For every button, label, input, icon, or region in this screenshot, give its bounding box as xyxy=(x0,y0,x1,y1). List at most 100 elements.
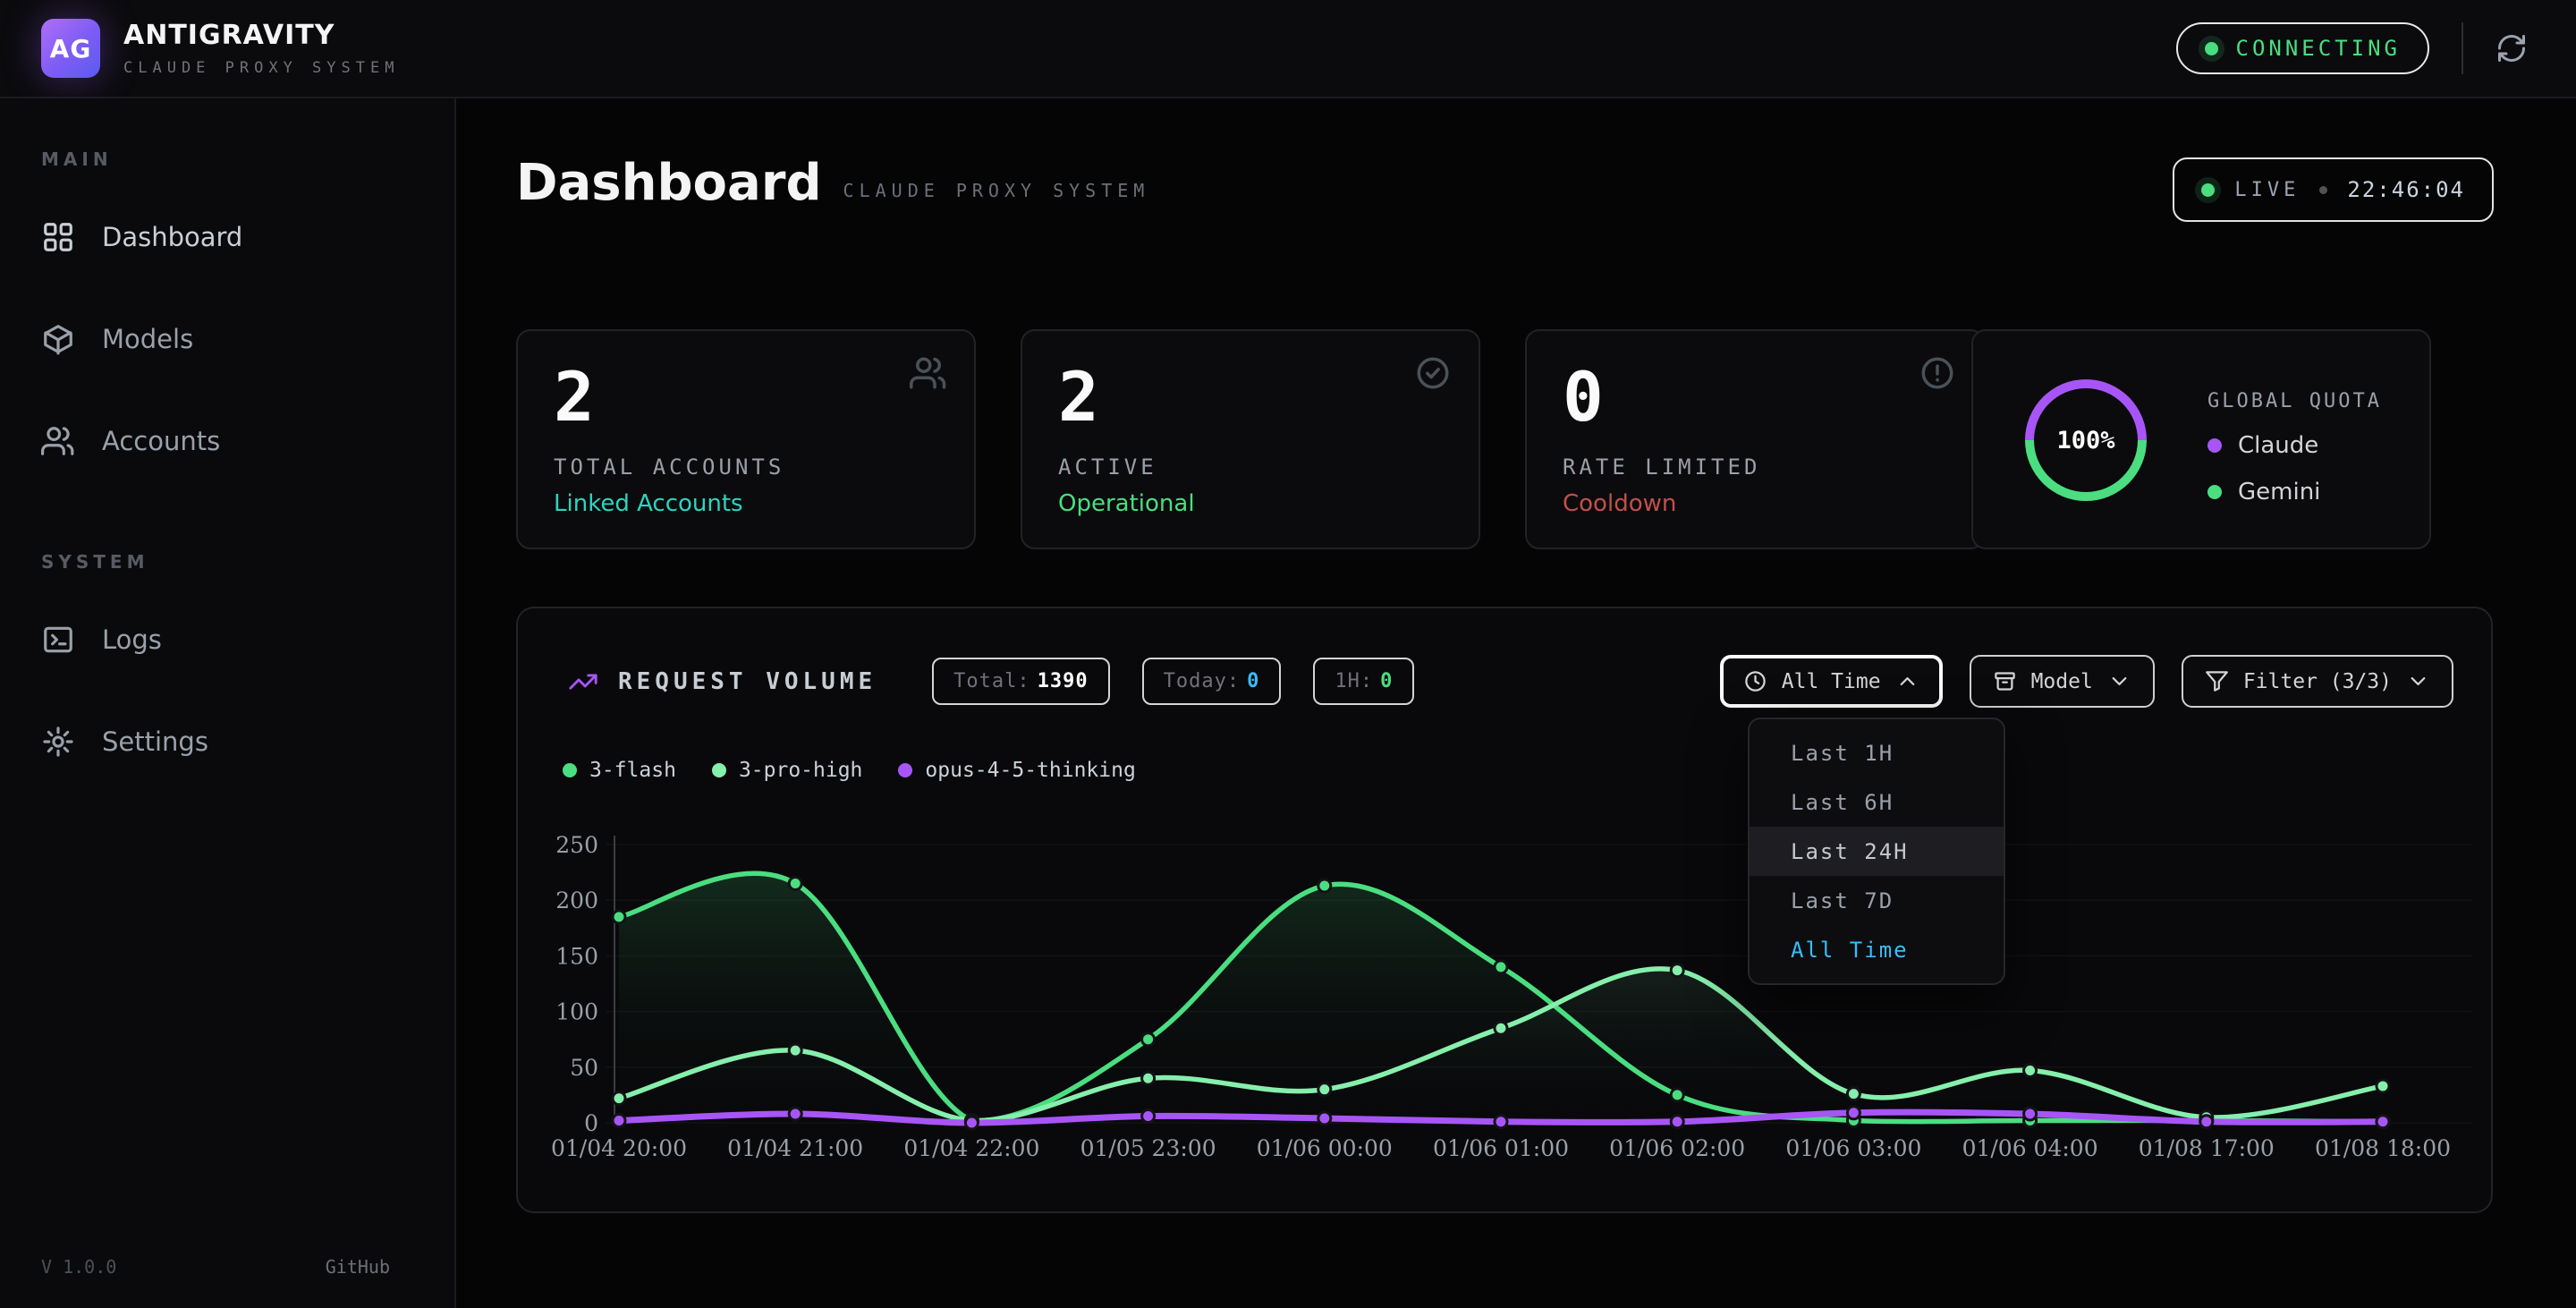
model-filter-label: Model xyxy=(2031,670,2093,693)
svg-text:50: 50 xyxy=(570,1055,598,1081)
legend-dot-icon xyxy=(712,763,726,777)
github-link[interactable]: GitHub xyxy=(326,1256,390,1278)
connection-status-label: CONNECTING xyxy=(2236,36,2402,61)
chevron-down-icon xyxy=(2406,669,2430,693)
topbar-divider xyxy=(2462,22,2463,74)
sidebar-item-accounts[interactable]: Accounts xyxy=(41,413,454,469)
legend-item-opus: opus-4-5-thinking xyxy=(898,759,1135,782)
sidebar-item-settings[interactable]: Settings xyxy=(41,714,454,769)
card-value: 0 xyxy=(1563,361,1947,433)
page-title: Dashboard xyxy=(516,154,822,212)
sidebar-item-label: Logs xyxy=(102,624,162,655)
filter-label: Filter (3/3) xyxy=(2243,670,2392,693)
svg-text:0: 0 xyxy=(584,1110,598,1136)
card-subtext: Operational xyxy=(1058,490,1443,517)
quota-progress-ring: 100% xyxy=(2025,379,2147,501)
stat-label: Total: xyxy=(953,670,1030,692)
live-dot-icon xyxy=(2201,183,2215,197)
time-range-dropdown: Last 1H Last 6H Last 24H Last 7D All Tim… xyxy=(1748,718,2005,985)
terminal-icon xyxy=(41,623,75,657)
gear-icon xyxy=(41,725,75,759)
svg-text:100: 100 xyxy=(555,999,598,1025)
check-circle-icon xyxy=(1414,354,1452,395)
svg-text:01/04 22:00: 01/04 22:00 xyxy=(903,1135,1039,1161)
card-label: RATE LIMITED xyxy=(1563,454,1947,480)
svg-text:01/06 00:00: 01/06 00:00 xyxy=(1257,1135,1393,1161)
card-active: 2 ACTIVE Operational xyxy=(1021,329,1480,549)
brand: AG ANTIGRAVITY CLAUDE PROXY SYSTEM xyxy=(0,19,399,78)
time-range-value: All Time xyxy=(1782,670,1881,693)
dropdown-item-last-7d[interactable]: Last 7D xyxy=(1750,876,2004,925)
live-status-badge: LIVE 22:46:04 xyxy=(2173,157,2494,222)
card-global-quota: 100% GLOBAL QUOTA Claude Gemini xyxy=(1971,329,2431,549)
status-dot-icon xyxy=(2205,42,2218,55)
chevron-up-icon xyxy=(1895,669,1919,693)
card-total-accounts: 2 TOTAL ACCOUNTS Linked Accounts xyxy=(516,329,976,549)
stat-label: Today: xyxy=(1164,670,1240,692)
app-version: V 1.0.0 xyxy=(41,1256,116,1278)
filter-button[interactable]: Filter (3/3) xyxy=(2182,655,2453,708)
legend-dot-icon xyxy=(898,763,912,777)
svg-text:01/06 04:00: 01/06 04:00 xyxy=(1962,1135,2098,1161)
legend-item-3-pro-high: 3-pro-high xyxy=(712,759,862,782)
quota-legend-claude: Claude xyxy=(2207,432,2382,459)
sidebar: MAIN Dashboard Models Accounts SYSTEM xyxy=(0,98,456,1308)
sidebar-item-dashboard[interactable]: Dashboard xyxy=(41,209,454,265)
separator-dot xyxy=(2319,186,2327,194)
quota-label: GLOBAL QUOTA xyxy=(2207,390,2382,412)
model-filter-button[interactable]: Model xyxy=(1970,655,2155,708)
clock-icon xyxy=(1743,669,1767,693)
dropdown-item-all-time[interactable]: All Time xyxy=(1750,925,2004,974)
svg-text:01/04 21:00: 01/04 21:00 xyxy=(727,1135,863,1161)
app-subtitle: CLAUDE PROXY SYSTEM xyxy=(123,59,399,77)
sidebar-section-system: SYSTEM xyxy=(41,551,454,573)
stat-value: 0 xyxy=(1247,670,1259,692)
legend-dot-icon xyxy=(2207,485,2222,499)
svg-text:01/04 20:00: 01/04 20:00 xyxy=(551,1135,687,1161)
stat-pill-today: Today: 0 xyxy=(1142,658,1282,705)
request-volume-panel: REQUEST VOLUME Total:1390 Today: 0 1H: 0 A… xyxy=(516,607,2493,1213)
live-label: LIVE xyxy=(2234,179,2300,201)
quota-legend-gemini: Gemini xyxy=(2207,479,2382,505)
svg-text:01/05 23:00: 01/05 23:00 xyxy=(1080,1135,1216,1161)
sidebar-item-label: Settings xyxy=(102,726,208,757)
refresh-button[interactable] xyxy=(2496,32,2528,64)
svg-text:01/06 01:00: 01/06 01:00 xyxy=(1433,1135,1569,1161)
app-title: ANTIGRAVITY xyxy=(123,20,399,51)
card-value: 2 xyxy=(1058,361,1443,433)
sidebar-item-logs[interactable]: Logs xyxy=(41,612,454,667)
chart-title: REQUEST VOLUME xyxy=(618,668,877,695)
card-subtext: Cooldown xyxy=(1563,490,1947,517)
trending-up-icon xyxy=(568,667,598,697)
legend-label: 3-pro-high xyxy=(739,759,862,782)
quota-legend-label: Gemini xyxy=(2238,479,2320,505)
connection-status-badge: CONNECTING xyxy=(2176,22,2430,74)
users-icon xyxy=(41,424,75,458)
page-subtitle: CLAUDE PROXY SYSTEM xyxy=(843,180,1150,201)
dropdown-item-last-1h[interactable]: Last 1H xyxy=(1750,728,2004,777)
live-clock: 22:46:04 xyxy=(2347,177,2465,202)
card-label: TOTAL ACCOUNTS xyxy=(554,454,938,480)
legend-dot-icon xyxy=(563,763,577,777)
legend-item-3-flash: 3-flash xyxy=(563,759,676,782)
main-content: Dashboard CLAUDE PROXY SYSTEM LIVE 22:46… xyxy=(458,98,2576,1308)
sidebar-item-label: Models xyxy=(102,324,193,354)
sidebar-item-models[interactable]: Models xyxy=(41,311,454,367)
quota-legend-label: Claude xyxy=(2238,432,2318,459)
app-topbar: AG ANTIGRAVITY CLAUDE PROXY SYSTEM CONNE… xyxy=(0,0,2576,98)
card-label: ACTIVE xyxy=(1058,454,1443,480)
quota-percent: 100% xyxy=(2056,427,2114,454)
stat-label: 1H: xyxy=(1335,670,1373,692)
users-icon xyxy=(910,354,947,395)
stat-pill-total: Total:1390 xyxy=(932,658,1109,705)
dropdown-item-last-24h[interactable]: Last 24H xyxy=(1750,827,2004,876)
svg-text:01/06 03:00: 01/06 03:00 xyxy=(1785,1135,1921,1161)
package-icon xyxy=(41,322,75,356)
chart-legend: 3-flash 3-pro-high opus-4-5-thinking xyxy=(563,759,1136,782)
grid-icon xyxy=(41,220,75,254)
svg-text:150: 150 xyxy=(555,943,598,969)
svg-text:01/08 18:00: 01/08 18:00 xyxy=(2315,1135,2451,1161)
refresh-icon xyxy=(2496,32,2528,64)
dropdown-item-last-6h[interactable]: Last 6H xyxy=(1750,777,2004,827)
time-range-button[interactable]: All Time xyxy=(1720,655,1943,708)
